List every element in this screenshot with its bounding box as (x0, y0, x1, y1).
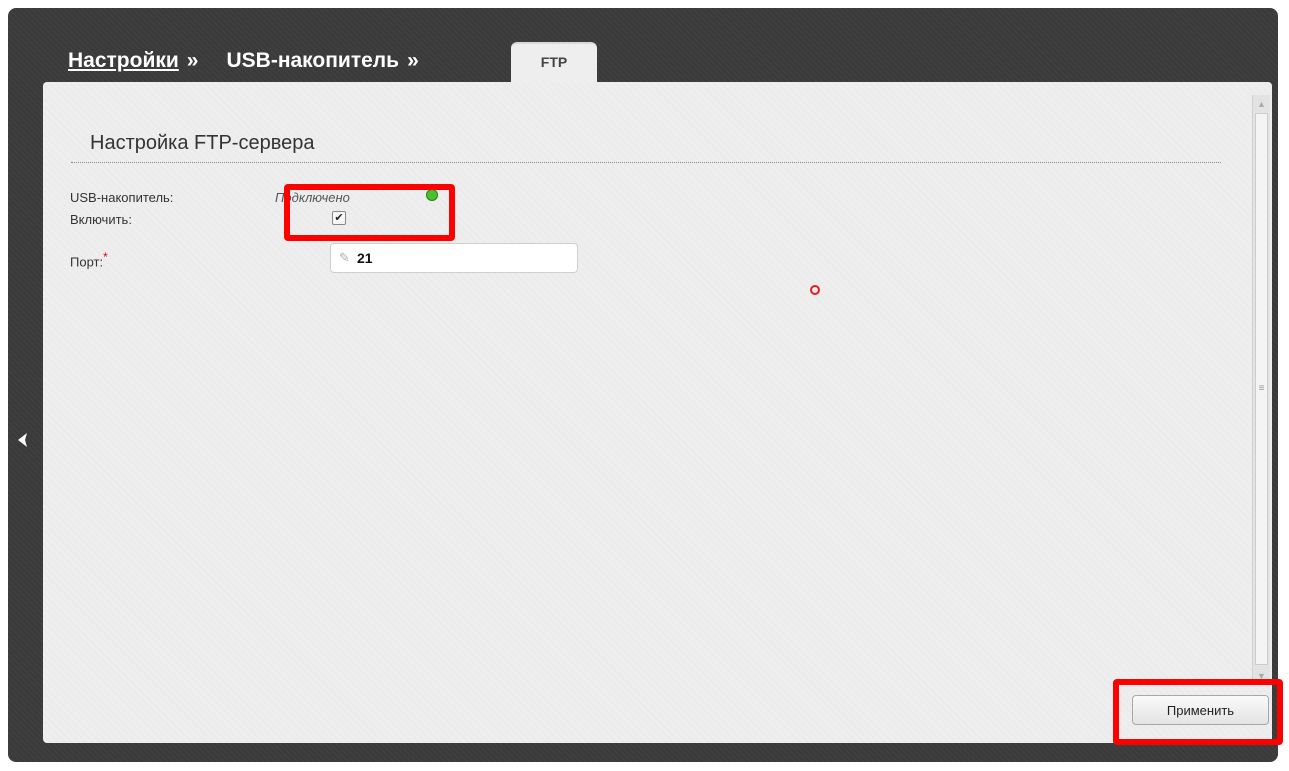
status-highlight-box (284, 184, 455, 241)
scroll-up-arrow-icon[interactable]: ▲ (1253, 95, 1270, 113)
breadcrumb: Настройки » USB-накопитель » (68, 46, 419, 76)
breadcrumb-separator: » (407, 49, 419, 72)
breadcrumb-separator: » (186, 49, 199, 72)
pencil-icon: ✎ (339, 250, 350, 265)
back-arrow-icon[interactable] (13, 430, 33, 450)
content-panel: Настройка FTP-сервера USB-накопитель: По… (43, 82, 1272, 743)
breadcrumb-usb[interactable]: USB-накопитель (226, 49, 399, 73)
section-title: Настройка FTP-сервера (90, 132, 315, 154)
port-label: Порт:* (70, 250, 108, 269)
scroll-grip-icon: ≡ (1258, 383, 1265, 394)
app-frame: Настройки » USB-накопитель » FTP Настрой… (8, 8, 1278, 762)
usb-storage-label: USB-накопитель: (70, 190, 174, 205)
section-divider (71, 162, 1221, 163)
enable-label: Включить: (70, 212, 132, 227)
cursor-indicator (810, 285, 820, 295)
port-label-text: Порт: (70, 254, 104, 270)
apply-highlight-box (1113, 679, 1283, 745)
port-field[interactable]: ✎ (330, 243, 578, 273)
tab-ftp[interactable]: FTP (511, 42, 597, 84)
breadcrumb-settings-link[interactable]: Настройки (68, 49, 179, 73)
scroll-thumb[interactable]: ≡ (1255, 113, 1268, 665)
vertical-scrollbar[interactable]: ▲ ≡ ▼ (1252, 95, 1270, 685)
port-input[interactable] (355, 250, 557, 266)
required-mark: * (103, 250, 108, 264)
